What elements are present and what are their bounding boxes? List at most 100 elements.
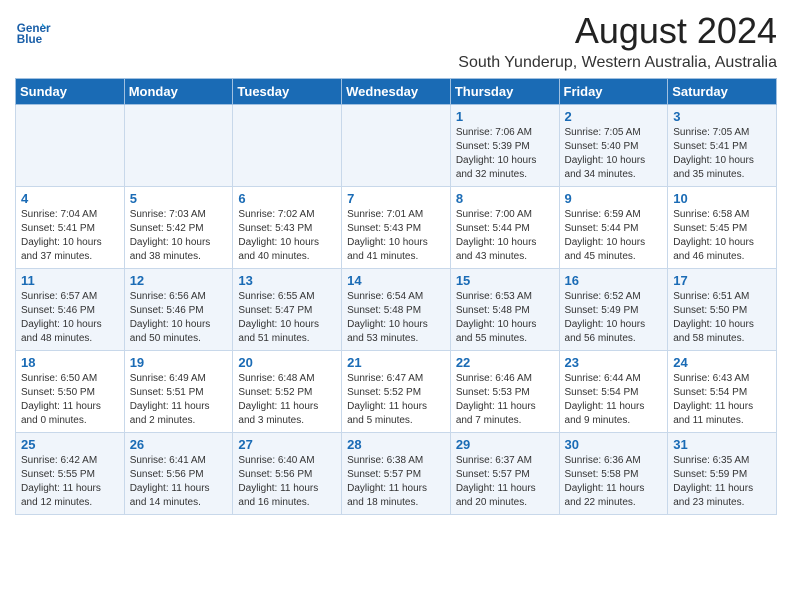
day-info: Sunrise: 6:40 AM Sunset: 5:56 PM Dayligh… xyxy=(238,454,336,510)
calendar-cell xyxy=(16,105,125,187)
day-info: Sunrise: 6:59 AM Sunset: 5:44 PM Dayligh… xyxy=(565,208,663,264)
calendar-cell: 20 Sunrise: 6:48 AM Sunset: 5:52 PM Dayli… xyxy=(233,351,342,433)
day-info: Sunrise: 6:36 AM Sunset: 5:58 PM Dayligh… xyxy=(565,454,663,510)
calendar-week-2: 4 Sunrise: 7:04 AM Sunset: 5:41 PM Daylig… xyxy=(16,187,777,269)
day-info: Sunrise: 6:48 AM Sunset: 5:52 PM Dayligh… xyxy=(238,372,336,428)
calendar-cell: 1 Sunrise: 7:06 AM Sunset: 5:39 PM Daylig… xyxy=(450,105,559,187)
day-number: 30 xyxy=(565,437,663,452)
calendar-cell: 8 Sunrise: 7:00 AM Sunset: 5:44 PM Daylig… xyxy=(450,187,559,269)
calendar-cell: 21 Sunrise: 6:47 AM Sunset: 5:52 PM Dayli… xyxy=(342,351,451,433)
day-number: 11 xyxy=(21,273,119,288)
logo-icon: General Blue xyxy=(15,16,51,52)
day-number: 21 xyxy=(347,355,445,370)
day-number: 1 xyxy=(456,109,554,124)
calendar-cell: 5 Sunrise: 7:03 AM Sunset: 5:42 PM Daylig… xyxy=(124,187,233,269)
day-number: 10 xyxy=(673,191,771,206)
day-info: Sunrise: 6:43 AM Sunset: 5:54 PM Dayligh… xyxy=(673,372,771,428)
calendar-cell: 7Sunrise: 7:01 AM Sunset: 5:43 PM Daylig… xyxy=(342,187,451,269)
calendar-cell: 10 Sunrise: 6:58 AM Sunset: 5:45 PM Dayli… xyxy=(668,187,777,269)
weekday-header-monday: Monday xyxy=(124,79,233,105)
calendar-cell: 17 Sunrise: 6:51 AM Sunset: 5:50 PM Dayli… xyxy=(668,269,777,351)
calendar-cell: 25 Sunrise: 6:42 AM Sunset: 5:55 PM Dayli… xyxy=(16,433,125,515)
page-header: General Blue August 2024 South Yunderup,… xyxy=(15,10,777,72)
day-number: 5 xyxy=(130,191,228,206)
calendar-cell: 3 Sunrise: 7:05 AM Sunset: 5:41 PM Daylig… xyxy=(668,105,777,187)
day-number: 14 xyxy=(347,273,445,288)
day-info: Sunrise: 6:50 AM Sunset: 5:50 PM Dayligh… xyxy=(21,372,119,428)
day-number: 22 xyxy=(456,355,554,370)
calendar-cell: 6 Sunrise: 7:02 AM Sunset: 5:43 PM Daylig… xyxy=(233,187,342,269)
calendar-week-4: 18 Sunrise: 6:50 AM Sunset: 5:50 PM Dayli… xyxy=(16,351,777,433)
day-number: 16 xyxy=(565,273,663,288)
svg-text:Blue: Blue xyxy=(17,33,43,46)
calendar-cell: 30 Sunrise: 6:36 AM Sunset: 5:58 PM Dayli… xyxy=(559,433,668,515)
day-info: Sunrise: 7:03 AM Sunset: 5:42 PM Dayligh… xyxy=(130,208,228,264)
day-info: Sunrise: 6:44 AM Sunset: 5:54 PM Dayligh… xyxy=(565,372,663,428)
day-number: 20 xyxy=(238,355,336,370)
calendar-cell: 19 Sunrise: 6:49 AM Sunset: 5:51 PM Dayli… xyxy=(124,351,233,433)
day-number: 4 xyxy=(21,191,119,206)
day-number: 2 xyxy=(565,109,663,124)
day-info: Sunrise: 6:52 AM Sunset: 5:49 PM Dayligh… xyxy=(565,290,663,346)
day-info: Sunrise: 6:51 AM Sunset: 5:50 PM Dayligh… xyxy=(673,290,771,346)
day-info: Sunrise: 6:38 AM Sunset: 5:57 PM Dayligh… xyxy=(347,454,445,510)
day-info: Sunrise: 7:05 AM Sunset: 5:40 PM Dayligh… xyxy=(565,126,663,182)
calendar-cell: 27Sunrise: 6:40 AM Sunset: 5:56 PM Dayli… xyxy=(233,433,342,515)
calendar-table: SundayMondayTuesdayWednesdayThursdayFrid… xyxy=(15,78,777,515)
weekday-header-friday: Friday xyxy=(559,79,668,105)
calendar-cell: 11Sunrise: 6:57 AM Sunset: 5:46 PM Dayli… xyxy=(16,269,125,351)
day-number: 28 xyxy=(347,437,445,452)
calendar-cell xyxy=(342,105,451,187)
day-number: 19 xyxy=(130,355,228,370)
calendar-cell: 18 Sunrise: 6:50 AM Sunset: 5:50 PM Dayli… xyxy=(16,351,125,433)
day-info: Sunrise: 7:02 AM Sunset: 5:43 PM Dayligh… xyxy=(238,208,336,264)
day-info: Sunrise: 6:42 AM Sunset: 5:55 PM Dayligh… xyxy=(21,454,119,510)
day-number: 9 xyxy=(565,191,663,206)
title-area: August 2024 South Yunderup, Western Aust… xyxy=(51,10,777,72)
day-number: 23 xyxy=(565,355,663,370)
calendar-cell: 22 Sunrise: 6:46 AM Sunset: 5:53 PM Dayli… xyxy=(450,351,559,433)
day-number: 25 xyxy=(21,437,119,452)
calendar-cell: 26Sunrise: 6:41 AM Sunset: 5:56 PM Dayli… xyxy=(124,433,233,515)
logo: General Blue xyxy=(15,16,51,52)
day-info: Sunrise: 7:05 AM Sunset: 5:41 PM Dayligh… xyxy=(673,126,771,182)
weekday-header-sunday: Sunday xyxy=(16,79,125,105)
calendar-cell: 13 Sunrise: 6:55 AM Sunset: 5:47 PM Dayli… xyxy=(233,269,342,351)
day-number: 24 xyxy=(673,355,771,370)
day-info: Sunrise: 6:53 AM Sunset: 5:48 PM Dayligh… xyxy=(456,290,554,346)
day-info: Sunrise: 7:00 AM Sunset: 5:44 PM Dayligh… xyxy=(456,208,554,264)
day-number: 29 xyxy=(456,437,554,452)
day-number: 8 xyxy=(456,191,554,206)
calendar-cell xyxy=(124,105,233,187)
day-number: 13 xyxy=(238,273,336,288)
day-info: Sunrise: 7:06 AM Sunset: 5:39 PM Dayligh… xyxy=(456,126,554,182)
weekday-header-row: SundayMondayTuesdayWednesdayThursdayFrid… xyxy=(16,79,777,105)
calendar-cell: 23 Sunrise: 6:44 AM Sunset: 5:54 PM Dayli… xyxy=(559,351,668,433)
day-info: Sunrise: 6:54 AM Sunset: 5:48 PM Dayligh… xyxy=(347,290,445,346)
calendar-subtitle: South Yunderup, Western Australia, Austr… xyxy=(51,54,777,72)
day-info: Sunrise: 6:35 AM Sunset: 5:59 PM Dayligh… xyxy=(673,454,771,510)
day-number: 17 xyxy=(673,273,771,288)
calendar-title: August 2024 xyxy=(51,10,777,52)
calendar-cell: 31Sunrise: 6:35 AM Sunset: 5:59 PM Dayli… xyxy=(668,433,777,515)
day-number: 15 xyxy=(456,273,554,288)
day-info: Sunrise: 6:41 AM Sunset: 5:56 PM Dayligh… xyxy=(130,454,228,510)
weekday-header-thursday: Thursday xyxy=(450,79,559,105)
calendar-week-3: 11Sunrise: 6:57 AM Sunset: 5:46 PM Dayli… xyxy=(16,269,777,351)
day-info: Sunrise: 6:47 AM Sunset: 5:52 PM Dayligh… xyxy=(347,372,445,428)
day-info: Sunrise: 6:49 AM Sunset: 5:51 PM Dayligh… xyxy=(130,372,228,428)
day-info: Sunrise: 6:56 AM Sunset: 5:46 PM Dayligh… xyxy=(130,290,228,346)
day-info: Sunrise: 6:46 AM Sunset: 5:53 PM Dayligh… xyxy=(456,372,554,428)
calendar-cell: 15 Sunrise: 6:53 AM Sunset: 5:48 PM Dayli… xyxy=(450,269,559,351)
day-info: Sunrise: 7:04 AM Sunset: 5:41 PM Dayligh… xyxy=(21,208,119,264)
calendar-cell: 9 Sunrise: 6:59 AM Sunset: 5:44 PM Daylig… xyxy=(559,187,668,269)
day-number: 6 xyxy=(238,191,336,206)
calendar-cell: 16 Sunrise: 6:52 AM Sunset: 5:49 PM Dayli… xyxy=(559,269,668,351)
day-info: Sunrise: 6:37 AM Sunset: 5:57 PM Dayligh… xyxy=(456,454,554,510)
day-info: Sunrise: 7:01 AM Sunset: 5:43 PM Dayligh… xyxy=(347,208,445,264)
day-number: 3 xyxy=(673,109,771,124)
day-info: Sunrise: 6:58 AM Sunset: 5:45 PM Dayligh… xyxy=(673,208,771,264)
weekday-header-saturday: Saturday xyxy=(668,79,777,105)
day-number: 18 xyxy=(21,355,119,370)
day-info: Sunrise: 6:55 AM Sunset: 5:47 PM Dayligh… xyxy=(238,290,336,346)
